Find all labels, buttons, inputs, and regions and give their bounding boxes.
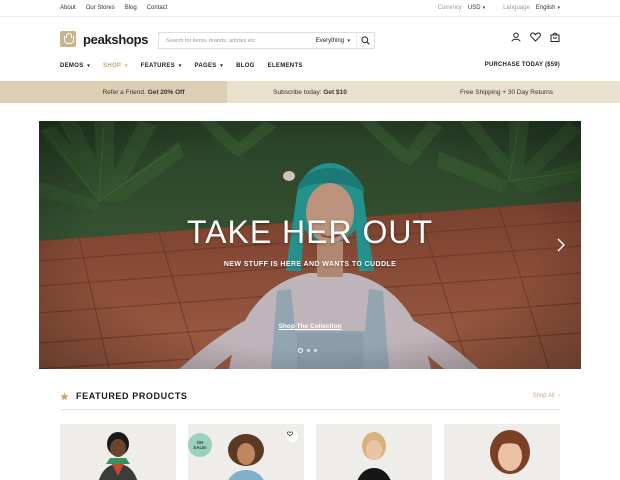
slider-dots xyxy=(298,348,317,353)
search-button[interactable] xyxy=(356,33,374,48)
divider xyxy=(60,409,560,410)
search-category-select[interactable]: Everything ▾ xyxy=(316,38,356,44)
shop-all-label: Shop All xyxy=(532,393,555,399)
on-sale-badge: ON SALE! xyxy=(188,433,212,457)
product-grid: ON SALE! xyxy=(60,424,560,480)
nav-label: SHOP xyxy=(103,63,122,69)
site-logo[interactable]: peakshops xyxy=(60,31,149,47)
locale-settings: Currency USD ▾ Language English ▾ xyxy=(438,5,560,11)
nav-item-features[interactable]: FEATURES ▾ xyxy=(141,63,182,69)
currency-value: USD xyxy=(467,5,481,11)
badge-line-2: SALE! xyxy=(193,445,207,450)
wishlist-button[interactable] xyxy=(530,32,541,42)
promo-shipping[interactable]: Free Shipping + 30 Day Returns xyxy=(393,81,620,103)
language-value: English xyxy=(535,5,556,11)
chevron-right-icon xyxy=(557,238,565,252)
nav-item-demos[interactable]: DEMOS ▾ xyxy=(60,63,90,69)
promo-refer[interactable]: Refer a Friend. Get 20% Off xyxy=(0,81,227,103)
top-link-contact[interactable]: Contact xyxy=(147,5,168,11)
cart-button[interactable] xyxy=(550,32,560,42)
featured-header: FEATURED PRODUCTS xyxy=(60,391,188,401)
heart-icon xyxy=(287,431,293,437)
bag-icon xyxy=(550,32,560,42)
wishlist-toggle[interactable] xyxy=(287,431,298,442)
top-link-about[interactable]: About xyxy=(60,5,76,11)
product-card[interactable] xyxy=(60,424,176,480)
chevron-down-icon: ▾ xyxy=(177,63,182,69)
slider-next-button[interactable] xyxy=(554,237,568,253)
search-input[interactable] xyxy=(159,33,316,48)
chevron-down-icon: ▾ xyxy=(557,5,560,11)
nav-item-shop[interactable]: SHOP ▾ xyxy=(103,63,128,69)
nav-label: FEATURES xyxy=(140,63,176,69)
hero-title: TAKE HER OUT xyxy=(186,214,434,250)
slider-dot-1[interactable] xyxy=(298,348,303,353)
user-icon xyxy=(511,32,521,42)
nav-label: DEMOS xyxy=(60,63,84,69)
search-category-value: Everything xyxy=(315,37,345,44)
featured-title: FEATURED PRODUCTS xyxy=(76,391,188,401)
product-image xyxy=(444,424,560,480)
chevron-down-icon: ▾ xyxy=(482,5,486,11)
slider-dot-3[interactable] xyxy=(314,349,317,352)
nav-label: PAGES xyxy=(194,63,217,69)
currency-select[interactable]: USD ▾ xyxy=(468,5,485,11)
star-icon xyxy=(60,391,69,400)
top-link-our-stores[interactable]: Our Stores xyxy=(86,5,115,11)
hero-subtitle: NEW STUFF IS HERE AND WANTS TO CUDDLE xyxy=(223,261,397,268)
language-label: Language xyxy=(503,5,530,11)
shop-all-link[interactable]: Shop All › xyxy=(533,393,560,399)
promo-refer-text: Refer a Friend. xyxy=(102,88,146,96)
language-select[interactable]: English ▾ xyxy=(536,5,560,11)
product-card[interactable]: ON SALE! xyxy=(188,424,304,480)
account-button[interactable] xyxy=(511,32,521,42)
main-navigation: DEMOS ▾ SHOP ▾ FEATURES ▾ PAGES ▾ BLOG E… xyxy=(60,63,303,69)
product-image xyxy=(60,424,176,480)
chevron-down-icon: ▾ xyxy=(346,37,350,44)
header-actions xyxy=(511,32,560,42)
top-links: About Our Stores Blog Contact xyxy=(60,5,167,11)
promo-bar: Refer a Friend. Get 20% Off Subscribe to… xyxy=(0,81,620,103)
product-image xyxy=(316,424,432,480)
promo-subscribe-text: Subscribe today: xyxy=(273,88,322,96)
promo-subscribe-offer: Get $10 xyxy=(323,88,347,96)
search-icon xyxy=(361,36,370,45)
slider-dot-2[interactable] xyxy=(307,349,310,352)
promo-subscribe[interactable]: Subscribe today: Get $10 xyxy=(227,81,393,103)
hero-cta-link[interactable]: Shop The Collection xyxy=(0,323,620,330)
logo-text: peakshops xyxy=(83,31,149,47)
logo-bag-icon xyxy=(60,31,76,47)
purchase-link[interactable]: PURCHASE TODAY ($59) xyxy=(485,62,560,68)
promo-shipping-text: Free Shipping + 30 Day Returns xyxy=(459,88,554,96)
chevron-down-icon: ▾ xyxy=(85,63,91,69)
currency-label: Currency xyxy=(437,5,462,11)
chevron-down-icon: ▾ xyxy=(218,63,224,69)
promo-refer-offer: Get 20% Off xyxy=(147,88,185,96)
top-utility-bar: About Our Stores Blog Contact Currency U… xyxy=(0,0,620,17)
nav-item-blog[interactable]: BLOG xyxy=(236,63,255,69)
nav-item-elements[interactable]: ELEMENTS xyxy=(268,63,303,69)
nav-item-pages[interactable]: PAGES ▾ xyxy=(195,63,224,69)
chevron-down-icon: ▾ xyxy=(123,63,128,69)
product-card[interactable] xyxy=(316,424,432,480)
search-bar: Everything ▾ xyxy=(158,32,375,49)
top-link-blog[interactable]: Blog xyxy=(125,5,137,11)
heart-icon xyxy=(530,32,541,42)
product-card[interactable] xyxy=(444,424,560,480)
